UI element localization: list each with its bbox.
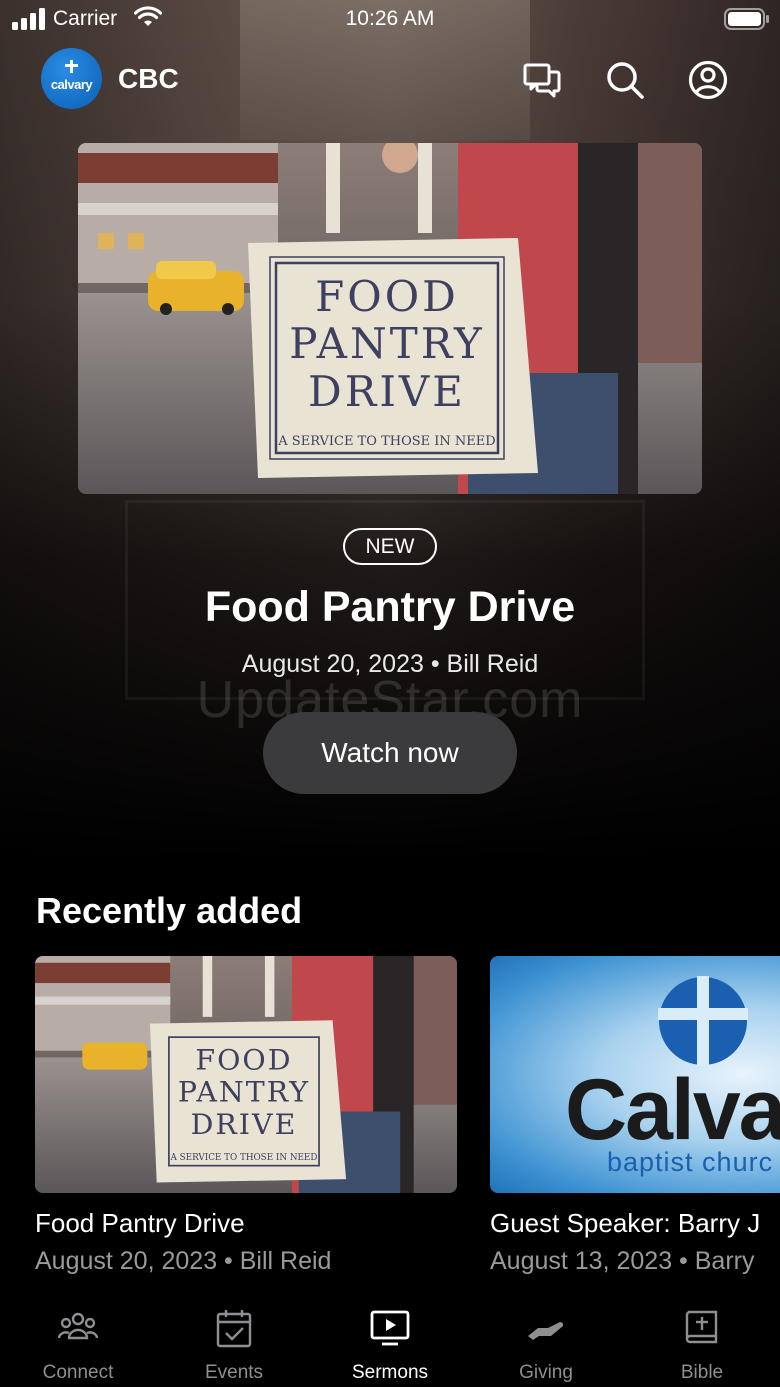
sermon-card[interactable]: FOOD PANTRY DRIVE A SERVICE TO THOSE IN … <box>35 956 457 1276</box>
artwork-line-2: PANTRY <box>178 1075 310 1108</box>
tv-play-icon <box>370 1310 410 1346</box>
new-badge: NEW <box>343 528 437 565</box>
calvary-logo-word: Calvar <box>565 1062 780 1158</box>
giving-hand-icon <box>528 1321 564 1340</box>
sermon-card-title: Guest Speaker: Barry J <box>490 1208 761 1238</box>
cross-icon <box>65 60 78 73</box>
calendar-check-icon <box>216 1310 252 1348</box>
chat-icon[interactable] <box>522 60 562 100</box>
account-icon[interactable] <box>688 60 728 100</box>
people-icon <box>58 1312 98 1340</box>
hero-title: Food Pantry Drive <box>204 583 576 631</box>
calvary-artwork: Calvar baptist churc <box>490 956 780 1193</box>
tab-label: Events <box>204 1362 264 1383</box>
artwork-tagline: A SERVICE TO THOSE IN NEED <box>277 434 495 449</box>
tab-bar: Connect Events Sermons Giving Bible <box>0 1300 780 1387</box>
status-bar: Carrier 10:26 AM <box>0 0 780 40</box>
artwork-line-1: FOOD <box>195 1044 292 1077</box>
calvary-logo-sub: baptist churc <box>607 1147 774 1177</box>
status-time: 10:26 AM <box>345 7 435 30</box>
tab-label: Giving <box>519 1362 573 1383</box>
sermon-thumbnail: FOOD PANTRY DRIVE A SERVICE TO THOSE IN … <box>35 956 457 1193</box>
recently-added-heading: Recently added <box>36 890 303 931</box>
food-pantry-artwork: FOOD PANTRY DRIVE A SERVICE TO THOSE IN … <box>35 956 457 1193</box>
battery-icon <box>724 8 769 30</box>
artwork-tagline: A SERVICE TO THOSE IN NEED <box>170 1153 318 1163</box>
hero-sermon-image[interactable]: FOOD PANTRY DRIVE A SERVICE TO THOSE IN … <box>78 143 702 494</box>
tab-bible[interactable]: Bible <box>624 1300 780 1387</box>
tab-label: Sermons <box>351 1362 429 1383</box>
watch-now-button[interactable]: Watch now <box>263 712 517 794</box>
tab-label: Bible <box>680 1362 724 1383</box>
artwork-line-2: PANTRY <box>289 319 485 368</box>
search-icon[interactable] <box>605 60 645 100</box>
app-name: CBC <box>118 63 179 94</box>
artwork-line-1: FOOD <box>315 272 459 321</box>
artwork-line-3: DRIVE <box>191 1108 298 1141</box>
tab-connect[interactable]: Connect <box>0 1300 156 1387</box>
tab-sermons[interactable]: Sermons <box>312 1300 468 1387</box>
tab-events[interactable]: Events <box>156 1300 312 1387</box>
tab-giving[interactable]: Giving <box>468 1300 624 1387</box>
bible-icon <box>685 1310 718 1344</box>
sermon-card-meta: August 13, 2023 • Barry <box>490 1247 755 1275</box>
logo-text: calvary <box>50 77 93 92</box>
sermon-card-meta: August 20, 2023 • Bill Reid <box>35 1247 332 1275</box>
cross-logo-icon <box>658 976 748 1066</box>
artwork-line-3: DRIVE <box>308 367 466 416</box>
sermon-card-title: Food Pantry Drive <box>35 1208 245 1238</box>
church-logo[interactable]: calvary <box>41 48 102 109</box>
sermon-card[interactable]: Calvar baptist churc Guest Speaker: Barr… <box>490 956 780 1276</box>
sermon-thumbnail: Calvar baptist churc <box>490 956 780 1193</box>
tab-label: Connect <box>42 1362 114 1383</box>
food-pantry-artwork: FOOD PANTRY DRIVE A SERVICE TO THOSE IN … <box>78 143 702 494</box>
app-header: calvary CBC <box>0 44 780 116</box>
